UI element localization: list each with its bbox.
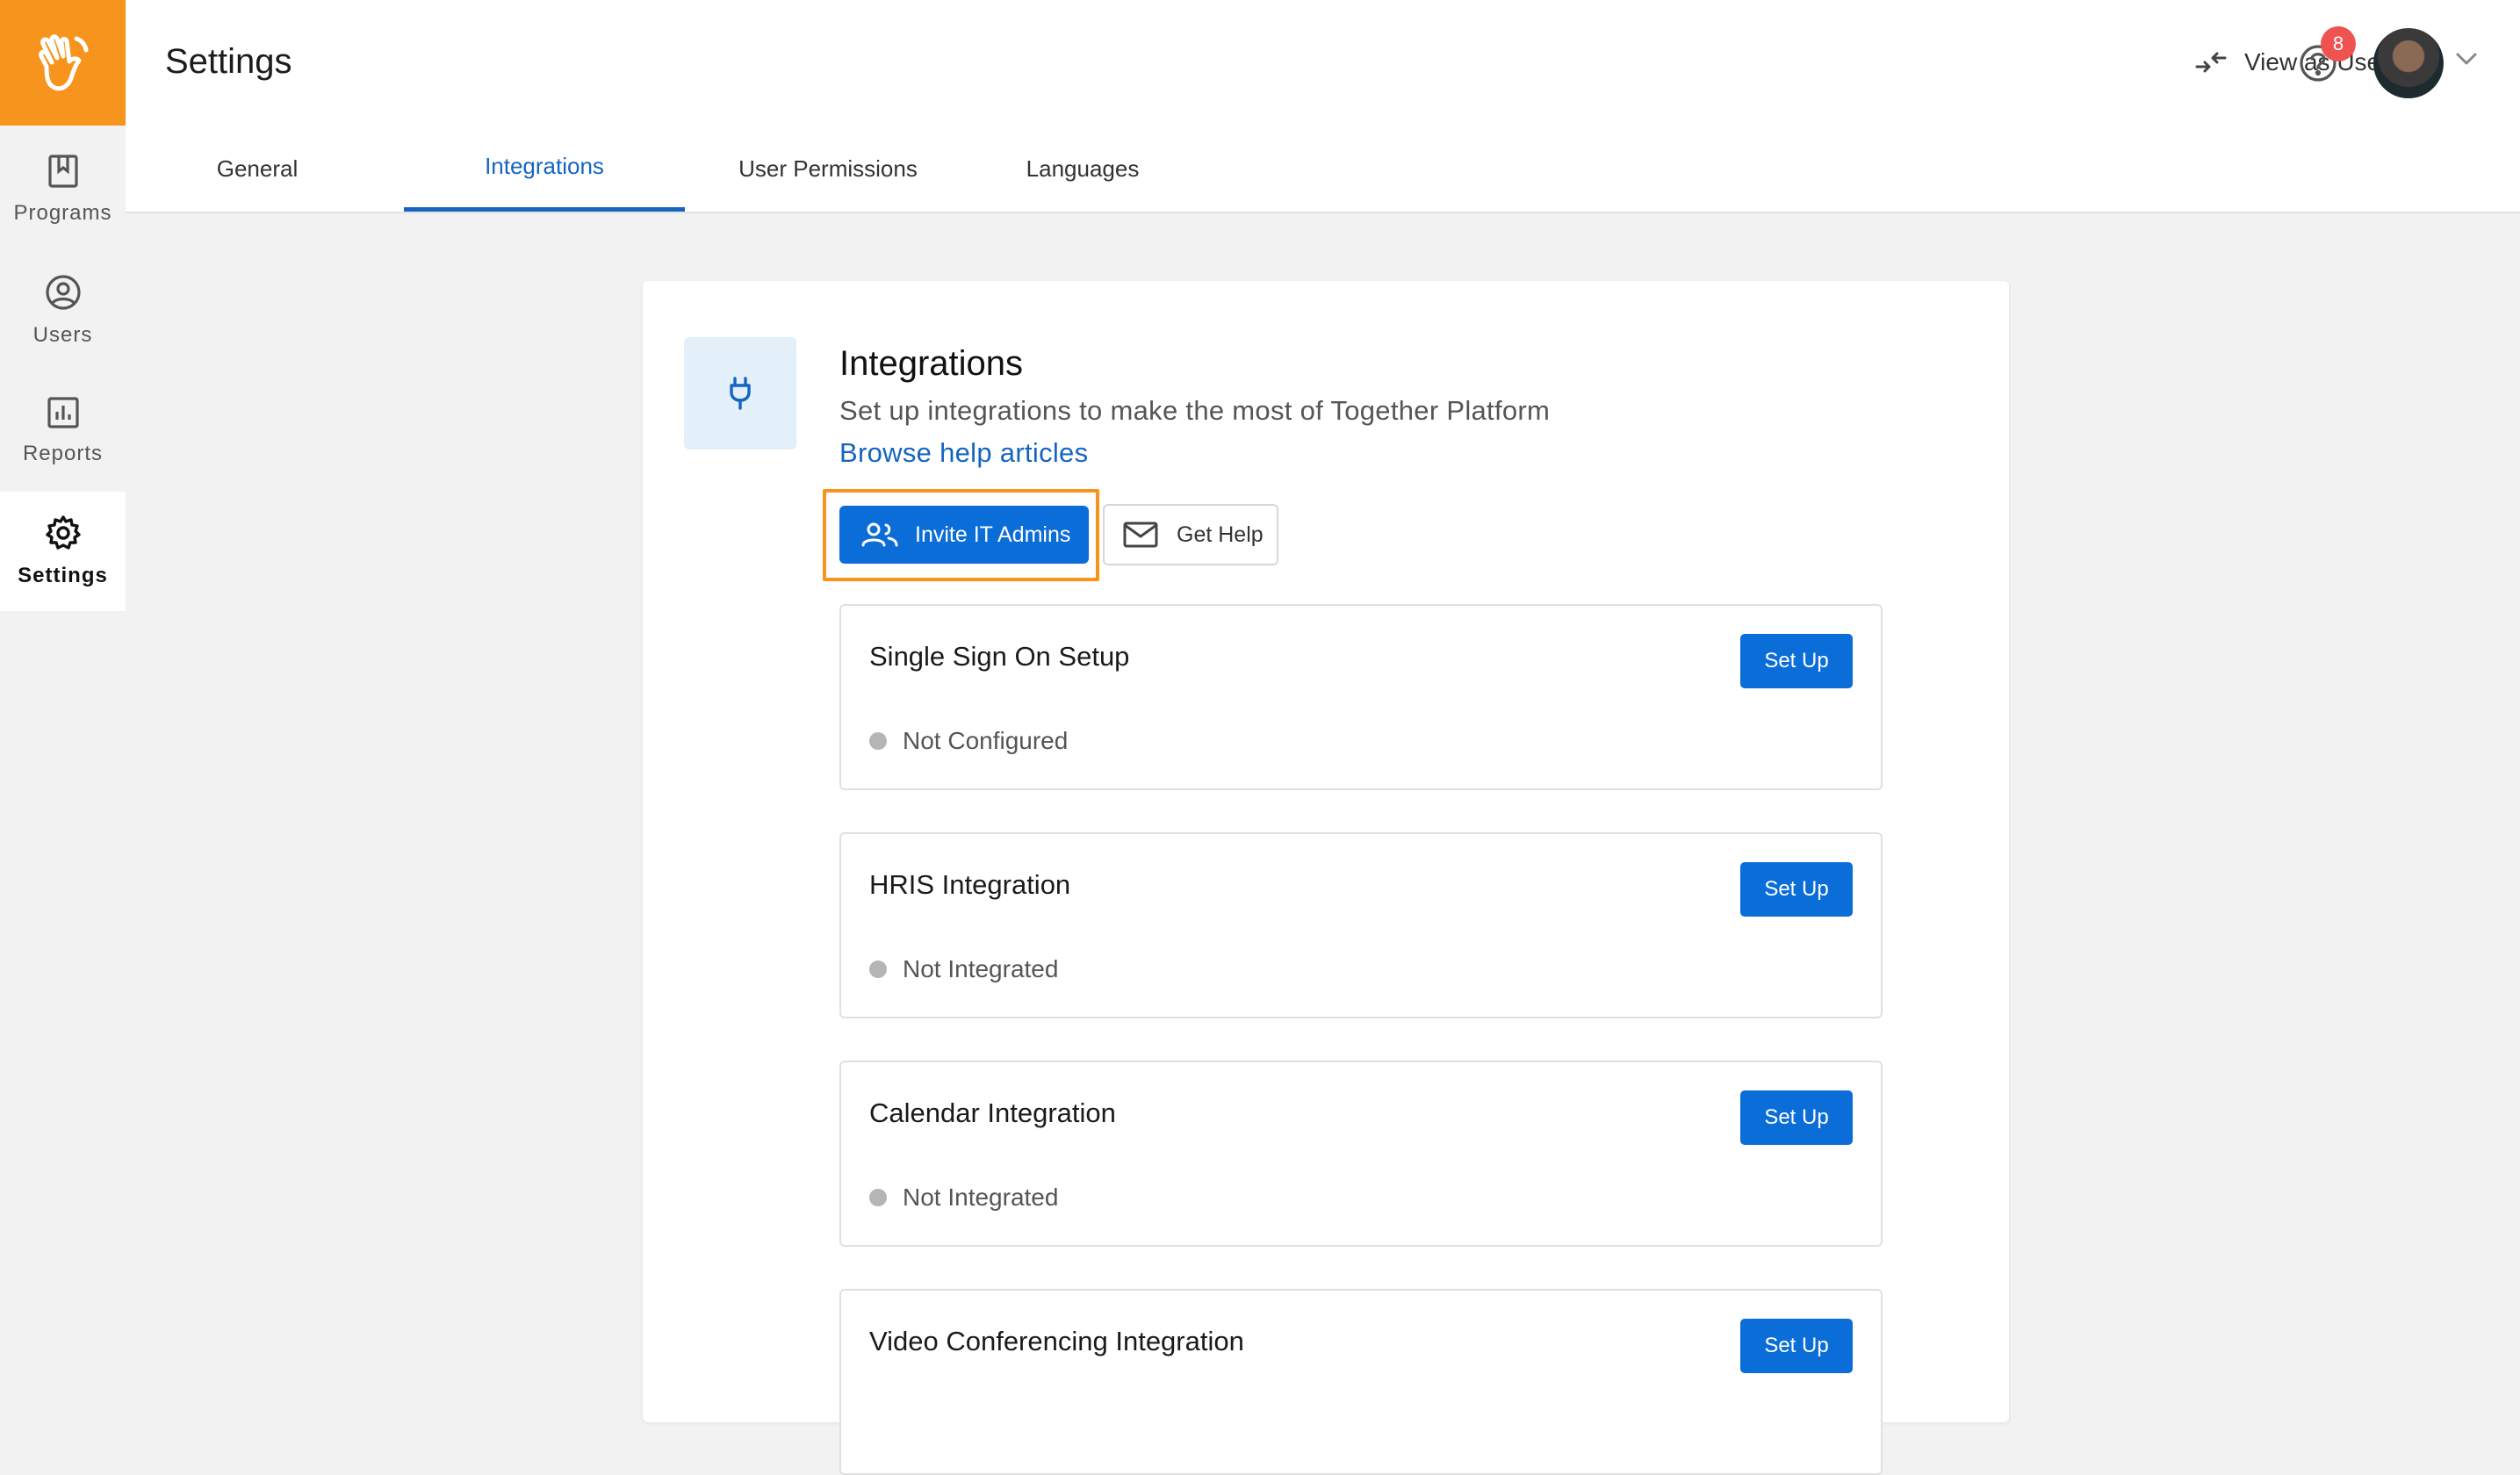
- chevron-down-icon: [2456, 53, 2477, 65]
- browse-help-link[interactable]: Browse help articles: [839, 437, 1088, 469]
- bookmark-icon: [47, 155, 78, 188]
- status-dot: [869, 1189, 887, 1206]
- page-title: Settings: [165, 42, 292, 81]
- top-header: Settings View as User: [126, 0, 2520, 126]
- section-title: Integrations: [839, 344, 1024, 383]
- status-text: Not Configured: [903, 727, 1069, 754]
- sidebar-item-label: Users: [32, 323, 93, 347]
- get-help-button[interactable]: Get Help: [1103, 504, 1278, 565]
- status-text: Not Integrated: [903, 1184, 1059, 1211]
- plug-icon: [730, 377, 751, 410]
- integration-item-video-conferencing: Video Conferencing Integration Set Up: [839, 1289, 1883, 1475]
- invite-it-admins-button[interactable]: Invite IT Admins: [839, 506, 1089, 564]
- sidebar-item-label: Programs: [13, 201, 112, 225]
- tab-languages[interactable]: Languages: [982, 126, 1184, 212]
- sidebar-item-users[interactable]: Users: [0, 251, 126, 371]
- integration-item-calendar: Calendar Integration Set Up Not Integrat…: [839, 1061, 1883, 1247]
- set-up-button[interactable]: Set Up: [1740, 862, 1853, 917]
- tab-user-permissions[interactable]: User Permissions: [696, 126, 960, 212]
- integration-item-sso: Single Sign On Setup Set Up Not Configur…: [839, 604, 1883, 790]
- set-up-button[interactable]: Set Up: [1740, 1090, 1853, 1145]
- integration-status: Not Integrated: [869, 1184, 1058, 1212]
- sidebar-item-programs[interactable]: Programs: [0, 130, 126, 249]
- status-text: Not Integrated: [903, 955, 1059, 982]
- set-up-button[interactable]: Set Up: [1740, 1319, 1853, 1373]
- waving-hand-icon: [38, 33, 88, 90]
- integration-item-hris: HRIS Integration Set Up Not Integrated: [839, 832, 1883, 1018]
- sidebar-item-label: Settings: [18, 564, 108, 587]
- gear-icon: [45, 515, 81, 550]
- integrations-card: Integrations Set up integrations to make…: [643, 281, 2009, 1475]
- sidebar: Programs Users Reports Settings: [0, 0, 126, 1384]
- bar-chart-icon: [47, 397, 79, 428]
- integration-name: Calendar Integration: [869, 1097, 1116, 1128]
- get-help-label: Get Help: [1177, 522, 1264, 547]
- integration-name: Video Conferencing Integration: [869, 1326, 1244, 1356]
- section-subtitle: Set up integrations to make the most of …: [839, 395, 1551, 426]
- integration-name: HRIS Integration: [869, 869, 1071, 900]
- status-dot: [869, 732, 887, 750]
- tab-integrations[interactable]: Integrations: [404, 126, 685, 212]
- status-dot: [869, 961, 887, 978]
- integration-status: Not Integrated: [869, 955, 1058, 983]
- integration-name: Single Sign On Setup: [869, 641, 1130, 672]
- logo[interactable]: [0, 0, 126, 126]
- swap-arrows-icon: [2195, 52, 2227, 73]
- sidebar-item-settings[interactable]: Settings: [0, 492, 126, 611]
- integrations-icon-box: [684, 337, 796, 450]
- avatar[interactable]: [2373, 28, 2444, 98]
- user-circle-icon: [45, 275, 81, 310]
- notification-badge: 8: [2321, 26, 2356, 61]
- sidebar-item-reports[interactable]: Reports: [0, 371, 126, 491]
- integration-status: Not Configured: [869, 727, 1068, 755]
- view-as-user-button[interactable]: View as User: [2193, 48, 2388, 76]
- sidebar-item-label: Reports: [22, 442, 104, 465]
- mail-icon: [1123, 522, 1158, 548]
- account-menu-toggle[interactable]: [2455, 51, 2478, 71]
- settings-tabs: General Integrations User Permissions La…: [126, 126, 2520, 213]
- set-up-button[interactable]: Set Up: [1740, 634, 1853, 688]
- users-icon: [861, 522, 898, 547]
- tab-general[interactable]: General: [180, 126, 335, 212]
- invite-it-admins-label: Invite IT Admins: [915, 522, 1071, 547]
